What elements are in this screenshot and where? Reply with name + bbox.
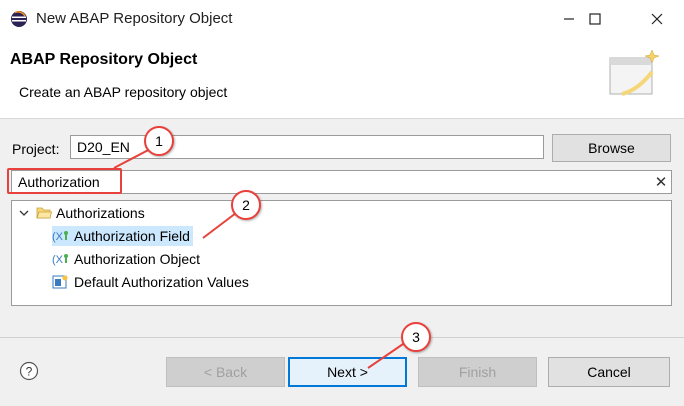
callout-highlight-filter xyxy=(7,168,122,194)
cancel-button[interactable]: Cancel xyxy=(548,357,670,387)
eclipse-icon xyxy=(11,11,27,27)
window-title: New ABAP Repository Object xyxy=(36,10,233,27)
project-label: Project: xyxy=(12,141,60,157)
tree-item-label: Authorization Object xyxy=(74,251,201,267)
callout-badge-2: 2 xyxy=(231,190,261,220)
wizard-banner: ABAP Repository Object Create an ABAP re… xyxy=(0,38,684,119)
tree-node-label: Authorizations xyxy=(56,205,145,221)
tree-item-default-authorization-values[interactable]: Default Authorization Values xyxy=(52,272,249,292)
folder-icon xyxy=(36,207,52,219)
tree-item-label: Authorization Field xyxy=(74,228,190,244)
tree-node-authorizations[interactable]: Authorizations xyxy=(18,203,145,223)
wizard-banner-icon xyxy=(609,49,660,96)
maximize-icon[interactable] xyxy=(572,0,618,38)
svg-text:(X: (X xyxy=(52,231,64,243)
authorization-object-icon: (X xyxy=(52,254,68,266)
authorization-field-icon: (X xyxy=(52,231,68,243)
object-type-tree: Authorizations (X Authorization Field (X… xyxy=(11,200,672,306)
title-bar: New ABAP Repository Object xyxy=(0,0,684,38)
back-button[interactable]: < Back xyxy=(166,357,285,387)
svg-text:?: ? xyxy=(26,365,33,379)
tree-item-authorization-object[interactable]: (X Authorization Object xyxy=(52,249,200,269)
svg-text:(X: (X xyxy=(52,254,64,266)
banner-subtitle: Create an ABAP repository object xyxy=(19,84,228,100)
callout-badge-1: 1 xyxy=(144,126,174,156)
finish-button[interactable]: Finish xyxy=(418,357,537,387)
clear-icon[interactable]: ✕ xyxy=(652,171,670,193)
footer-divider xyxy=(0,337,684,338)
browse-button[interactable]: Browse xyxy=(552,134,671,162)
help-icon[interactable]: ? xyxy=(19,361,39,381)
close-icon[interactable] xyxy=(634,0,680,38)
tree-item-label: Default Authorization Values xyxy=(74,274,249,290)
tree-item-authorization-field[interactable]: (X Authorization Field xyxy=(52,226,193,246)
banner-title: ABAP Repository Object xyxy=(10,51,198,68)
chevron-down-icon[interactable] xyxy=(18,207,30,219)
callout-badge-3: 3 xyxy=(401,322,431,352)
default-values-icon xyxy=(52,275,68,289)
